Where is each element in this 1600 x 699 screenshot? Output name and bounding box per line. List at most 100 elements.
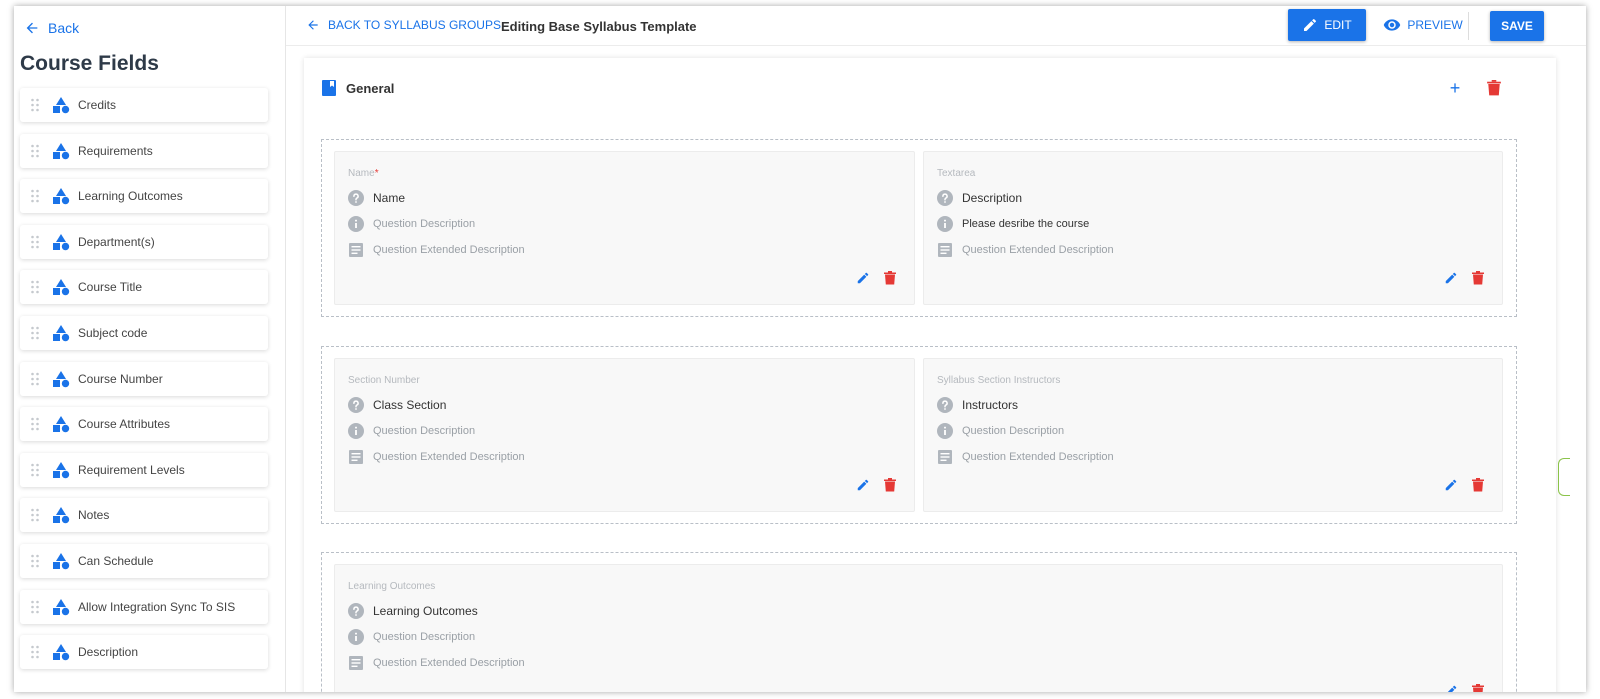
field-card[interactable]: Syllabus Section Instructors Instructors Q… bbox=[923, 358, 1503, 512]
trash-icon[interactable] bbox=[1472, 478, 1484, 492]
field-card[interactable]: Learning Outcomes Learning Outcomes Questi… bbox=[334, 564, 1503, 692]
field-card[interactable]: Section Number Class Section Question Desc… bbox=[334, 358, 915, 512]
field-row: Learning Outcomes Learning Outcomes Questi… bbox=[321, 552, 1517, 692]
course-field-item[interactable]: Credits bbox=[20, 88, 268, 122]
course-field-item[interactable]: Requirements bbox=[20, 133, 268, 168]
course-field-label: Requirements bbox=[78, 143, 153, 158]
course-field-label: Subject code bbox=[78, 325, 148, 340]
back-to-syllabus-groups-label: BACK TO SYLLABUS GROUPS bbox=[328, 18, 501, 32]
field-row: Name* Name Question Description Question Ex… bbox=[321, 139, 1517, 317]
drag-handle-icon[interactable] bbox=[30, 600, 40, 614]
course-field-item[interactable]: Subject code bbox=[20, 315, 268, 350]
question-title: Name bbox=[348, 190, 405, 206]
edit-button[interactable]: EDIT bbox=[1288, 9, 1366, 41]
trash-icon[interactable] bbox=[1472, 271, 1484, 285]
trash-icon[interactable] bbox=[884, 478, 896, 492]
edit-label: EDIT bbox=[1324, 18, 1352, 32]
help-circle-icon bbox=[348, 190, 364, 206]
drag-handle-icon[interactable] bbox=[30, 144, 40, 158]
info-icon bbox=[348, 216, 364, 232]
course-field-item[interactable]: Course Number bbox=[20, 361, 268, 396]
back-to-syllabus-groups-link[interactable]: BACK TO SYLLABUS GROUPS bbox=[306, 18, 501, 32]
field-card[interactable]: Name* Name Question Description Question Ex… bbox=[334, 151, 915, 305]
course-field-item[interactable]: Allow Integration Sync To SIS bbox=[20, 589, 268, 624]
bookmark-icon bbox=[322, 80, 336, 96]
side-feedback-tab[interactable] bbox=[1558, 458, 1570, 496]
notes-icon bbox=[938, 243, 952, 257]
drag-handle-icon[interactable] bbox=[30, 326, 40, 340]
trash-icon[interactable] bbox=[1472, 684, 1484, 692]
course-field-item[interactable]: Description bbox=[20, 635, 268, 670]
question-title: Learning Outcomes bbox=[348, 603, 478, 619]
question-extended-description: Question Extended Description bbox=[348, 242, 525, 258]
question-extended-description: Question Extended Description bbox=[937, 449, 1114, 465]
course-field-item[interactable]: Course Attributes bbox=[20, 407, 268, 442]
info-icon bbox=[348, 423, 364, 439]
question-description: Question Description bbox=[348, 629, 475, 645]
save-button[interactable]: SAVE bbox=[1490, 11, 1544, 41]
course-field-item[interactable]: Requirement Levels bbox=[20, 452, 268, 487]
course-field-label: Course Title bbox=[78, 280, 143, 295]
drag-handle-icon[interactable] bbox=[30, 645, 40, 659]
shapes-icon bbox=[53, 416, 70, 433]
course-field-item[interactable]: Notes bbox=[20, 498, 268, 533]
top-toolbar: BACK TO SYLLABUS GROUPS Editing Base Syl… bbox=[286, 6, 1586, 46]
question-description: Question Description bbox=[937, 423, 1064, 439]
course-field-label: Department(s) bbox=[78, 234, 155, 249]
drag-handle-icon[interactable] bbox=[30, 554, 40, 568]
pencil-icon[interactable] bbox=[856, 478, 870, 492]
course-field-item[interactable]: Learning Outcomes bbox=[20, 179, 268, 214]
question-title: Instructors bbox=[937, 397, 1018, 413]
required-marker: * bbox=[374, 168, 379, 179]
field-card[interactable]: Textarea Description Please desribe the co… bbox=[923, 151, 1503, 305]
card-actions bbox=[1444, 684, 1484, 692]
shapes-icon bbox=[53, 188, 70, 205]
pencil-icon[interactable] bbox=[1444, 684, 1458, 692]
add-field-button[interactable]: + bbox=[1448, 79, 1462, 98]
help-circle-icon bbox=[348, 603, 364, 619]
drag-handle-icon[interactable] bbox=[30, 417, 40, 431]
shapes-icon bbox=[53, 370, 70, 387]
help-circle-icon bbox=[348, 397, 364, 413]
shapes-icon bbox=[53, 552, 70, 570]
question-title: Description bbox=[937, 190, 1022, 206]
shapes-icon bbox=[53, 324, 70, 342]
card-actions bbox=[1444, 271, 1484, 285]
pencil-icon[interactable] bbox=[1444, 478, 1458, 492]
drag-handle-icon[interactable] bbox=[30, 508, 40, 522]
trash-icon[interactable] bbox=[1487, 80, 1501, 96]
back-link[interactable]: Back bbox=[24, 20, 79, 36]
help-circle-icon bbox=[937, 190, 953, 206]
course-field-item[interactable]: Department(s) bbox=[20, 224, 268, 259]
course-field-label: Can Schedule bbox=[78, 553, 154, 568]
section-header: General bbox=[322, 80, 394, 96]
question-extended-description: Question Extended Description bbox=[937, 242, 1114, 258]
field-type-label: Syllabus Section Instructors bbox=[937, 375, 1061, 386]
toolbar-divider bbox=[1468, 12, 1469, 40]
drag-handle-icon[interactable] bbox=[30, 372, 40, 386]
drag-handle-icon[interactable] bbox=[30, 235, 40, 249]
notes-icon bbox=[349, 450, 363, 464]
preview-label: PREVIEW bbox=[1407, 18, 1463, 32]
info-icon bbox=[348, 629, 364, 645]
course-field-label: Requirement Levels bbox=[78, 462, 185, 477]
course-field-label: Course Number bbox=[78, 371, 163, 386]
course-field-label: Learning Outcomes bbox=[78, 189, 183, 204]
drag-handle-icon[interactable] bbox=[30, 98, 40, 112]
pencil-icon[interactable] bbox=[856, 271, 870, 285]
shapes-icon bbox=[53, 279, 70, 296]
drag-handle-icon[interactable] bbox=[30, 189, 40, 203]
shapes-icon bbox=[53, 233, 70, 250]
drag-handle-icon[interactable] bbox=[30, 280, 40, 294]
trash-icon[interactable] bbox=[884, 271, 896, 285]
course-field-item[interactable]: Course Title bbox=[20, 270, 268, 305]
field-row: Section Number Class Section Question Desc… bbox=[321, 346, 1517, 524]
question-extended-description: Question Extended Description bbox=[348, 449, 525, 465]
shapes-icon bbox=[53, 507, 70, 524]
course-field-label: Course Attributes bbox=[78, 417, 171, 432]
preview-button[interactable]: PREVIEW bbox=[1378, 9, 1468, 41]
drag-handle-icon[interactable] bbox=[30, 463, 40, 477]
course-field-item[interactable]: Can Schedule bbox=[20, 543, 268, 578]
notes-icon bbox=[349, 243, 363, 257]
pencil-icon[interactable] bbox=[1444, 271, 1458, 285]
